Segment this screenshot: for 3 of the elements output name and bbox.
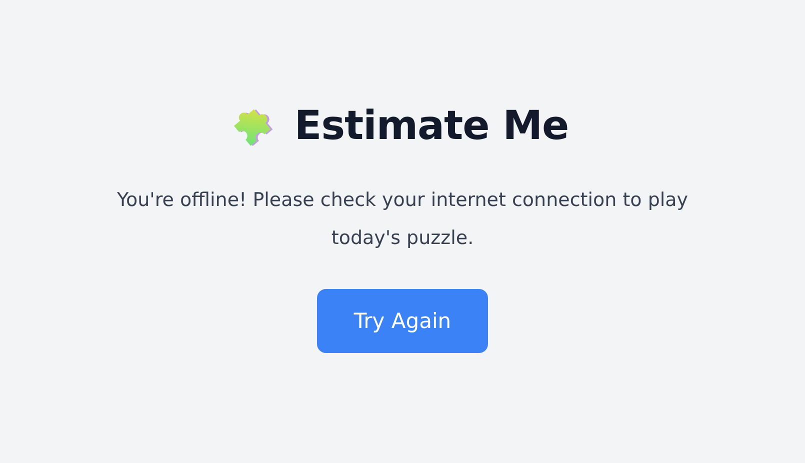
app-title: Estimate Me [294,103,569,149]
try-again-button[interactable]: Try Again [317,289,488,353]
offline-message: You're offline! Please check your internet connection to play today's puzzle. [116,188,690,251]
